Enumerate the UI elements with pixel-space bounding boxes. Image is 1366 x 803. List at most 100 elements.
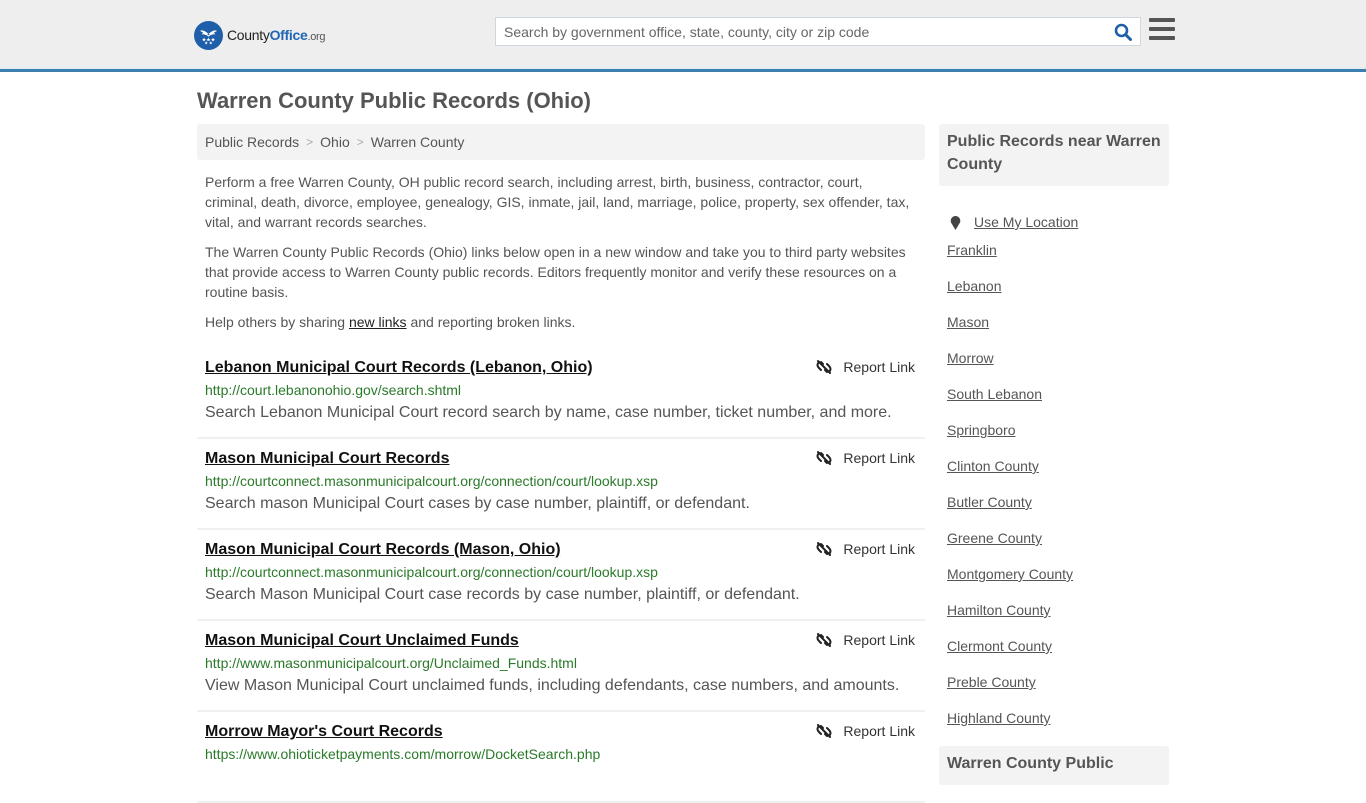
- sidebar-item-south-lebanon: South Lebanon: [939, 384, 1169, 420]
- record-url: http://court.lebanonohio.gov/search.shtm…: [205, 382, 462, 398]
- record-description: Search mason Municipal Court cases by ca…: [205, 495, 750, 512]
- record-item: Mason Municipal Court Records Report Lin…: [197, 439, 925, 530]
- sidebar: Public Records near Warren County Use My…: [939, 124, 1169, 785]
- sidebar-item-clermont-county: Clermont County: [939, 636, 1169, 672]
- sidebar-item-morrow: Morrow: [939, 348, 1169, 384]
- nearby-place-link[interactable]: South Lebanon: [947, 386, 1042, 402]
- nearby-place-link[interactable]: Morrow: [947, 350, 994, 366]
- nearby-place-link[interactable]: Greene County: [947, 530, 1042, 546]
- sidebar-item-highland-county: Highland County: [939, 708, 1169, 744]
- report-link-label: Report Link: [843, 359, 915, 375]
- sidebar-item-preble-county: Preble County: [939, 672, 1169, 708]
- report-link-button[interactable]: Report Link: [815, 358, 915, 376]
- sidebar-item-hamilton-county: Hamilton County: [939, 600, 1169, 636]
- search-button[interactable]: [1106, 18, 1140, 45]
- report-link-button[interactable]: Report Link: [815, 449, 915, 467]
- nearby-place-link[interactable]: Montgomery County: [947, 566, 1073, 582]
- use-my-location-link[interactable]: Use My Location: [974, 212, 1078, 232]
- record-title-link[interactable]: Mason Municipal Court Records: [205, 449, 449, 469]
- sidebar-item-mason: Mason: [939, 312, 1169, 348]
- logo-wordmark: CountyOffice.org: [227, 27, 326, 43]
- sidebar-item-franklin: Franklin: [939, 240, 1169, 276]
- record-url: http://courtconnect.masonmunicipalcourt.…: [205, 473, 658, 489]
- nearby-place-link[interactable]: Clermont County: [947, 638, 1052, 654]
- hamburger-menu-icon-bar: [1149, 36, 1175, 40]
- main-content: Public Records > Ohio > Warren County Pe…: [197, 124, 925, 803]
- site-header: CountyOffice.org: [0, 0, 1366, 72]
- sidebar-item-lebanon: Lebanon: [939, 276, 1169, 312]
- breadcrumb-separator: >: [356, 135, 364, 149]
- record-title-link[interactable]: Morrow Mayor's Court Records: [205, 722, 443, 742]
- record-item: Mason Municipal Court Records (Mason, Oh…: [197, 530, 925, 621]
- nearby-place-link[interactable]: Mason: [947, 314, 989, 330]
- record-description: Search Lebanon Municipal Court record se…: [205, 404, 892, 421]
- eagle-stars-icon: [194, 20, 223, 50]
- breadcrumb-current: Warren County: [370, 134, 465, 150]
- report-link-label: Report Link: [843, 450, 915, 466]
- sidebar-item-montgomery-county: Montgomery County: [939, 564, 1169, 600]
- page-title: Warren County Public Records (Ohio): [197, 88, 591, 113]
- county-records-heading: Warren County Public: [939, 746, 1169, 785]
- nearby-places-list: Use My Location Franklin Lebanon Mason M…: [939, 204, 1169, 744]
- broken-link-icon: [816, 360, 832, 374]
- intro-paragraph-2: The Warren County Public Records (Ohio) …: [205, 244, 906, 300]
- broken-link-icon: [816, 451, 832, 465]
- report-link-button[interactable]: Report Link: [815, 540, 915, 558]
- report-link-button[interactable]: Report Link: [815, 722, 915, 740]
- nearby-place-link[interactable]: Hamilton County: [947, 602, 1051, 618]
- nearby-records-heading: Public Records near Warren County: [939, 124, 1169, 186]
- logo-tld: .org: [307, 31, 326, 43]
- logo-name: County: [227, 27, 270, 43]
- sidebar-item-clinton-county: Clinton County: [939, 456, 1169, 492]
- hamburger-menu-icon-bar: [1149, 18, 1175, 22]
- hamburger-menu-button[interactable]: [1149, 18, 1175, 42]
- record-description: View Mason Municipal Court unclaimed fun…: [205, 677, 900, 694]
- record-item: Morrow Mayor's Court Records Report Link…: [197, 712, 925, 803]
- record-description: Search Mason Municipal Court case record…: [205, 586, 800, 603]
- new-links-link[interactable]: new links: [349, 314, 407, 330]
- breadcrumb-ohio[interactable]: Ohio: [320, 134, 350, 150]
- search-box: [495, 17, 1141, 46]
- use-my-location-item: Use My Location: [939, 204, 1169, 240]
- sidebar-item-greene-county: Greene County: [939, 528, 1169, 564]
- nearby-place-link[interactable]: Clinton County: [947, 458, 1039, 474]
- record-item: Lebanon Municipal Court Records (Lebanon…: [197, 348, 925, 439]
- record-list: Lebanon Municipal Court Records (Lebanon…: [197, 348, 925, 803]
- record-title-link[interactable]: Mason Municipal Court Records (Mason, Oh…: [205, 540, 561, 560]
- report-link-label: Report Link: [843, 541, 915, 557]
- record-item: Mason Municipal Court Unclaimed Funds Re…: [197, 621, 925, 712]
- record-url: https://www.ohioticketpayments.com/morro…: [205, 746, 601, 762]
- nearby-place-link[interactable]: Butler County: [947, 494, 1032, 510]
- breadcrumb-public-records[interactable]: Public Records: [205, 134, 299, 150]
- report-link-label: Report Link: [843, 723, 915, 739]
- record-url: http://courtconnect.masonmunicipalcourt.…: [205, 564, 658, 580]
- record-title-link[interactable]: Mason Municipal Court Unclaimed Funds: [205, 631, 519, 651]
- nearby-place-link[interactable]: Franklin: [947, 242, 997, 258]
- broken-link-icon: [816, 724, 832, 738]
- map-pin-icon: [950, 215, 961, 230]
- report-link-label: Report Link: [843, 632, 915, 648]
- nearby-place-link[interactable]: Highland County: [947, 710, 1051, 726]
- sidebar-item-springboro: Springboro: [939, 420, 1169, 456]
- sidebar-item-butler-county: Butler County: [939, 492, 1169, 528]
- report-link-button[interactable]: Report Link: [815, 631, 915, 649]
- breadcrumb: Public Records > Ohio > Warren County: [197, 124, 925, 160]
- record-url: http://www.masonmunicipalcourt.org/Uncla…: [205, 655, 577, 671]
- nearby-place-link[interactable]: Lebanon: [947, 278, 1002, 294]
- nearby-place-link[interactable]: Springboro: [947, 422, 1016, 438]
- hamburger-menu-icon-bar: [1149, 27, 1175, 31]
- intro-paragraph-3: Help others by sharing new links and rep…: [205, 312, 917, 332]
- record-title-link[interactable]: Lebanon Municipal Court Records (Lebanon…: [205, 358, 593, 378]
- nearby-place-link[interactable]: Preble County: [947, 674, 1036, 690]
- broken-link-icon: [816, 633, 832, 647]
- intro-text: Perform a free Warren County, OH public …: [197, 172, 925, 332]
- site-logo[interactable]: CountyOffice.org: [194, 20, 326, 50]
- intro-text-segment: and reporting broken links.: [406, 314, 576, 330]
- search-input[interactable]: [496, 18, 1106, 45]
- intro-paragraph-1: Perform a free Warren County, OH public …: [205, 174, 910, 230]
- broken-link-icon: [816, 542, 832, 556]
- search-icon: [1114, 23, 1132, 41]
- breadcrumb-separator: >: [306, 135, 314, 149]
- logo-name-accent: Office: [269, 27, 308, 43]
- intro-text-segment: Help others by sharing: [205, 314, 349, 330]
